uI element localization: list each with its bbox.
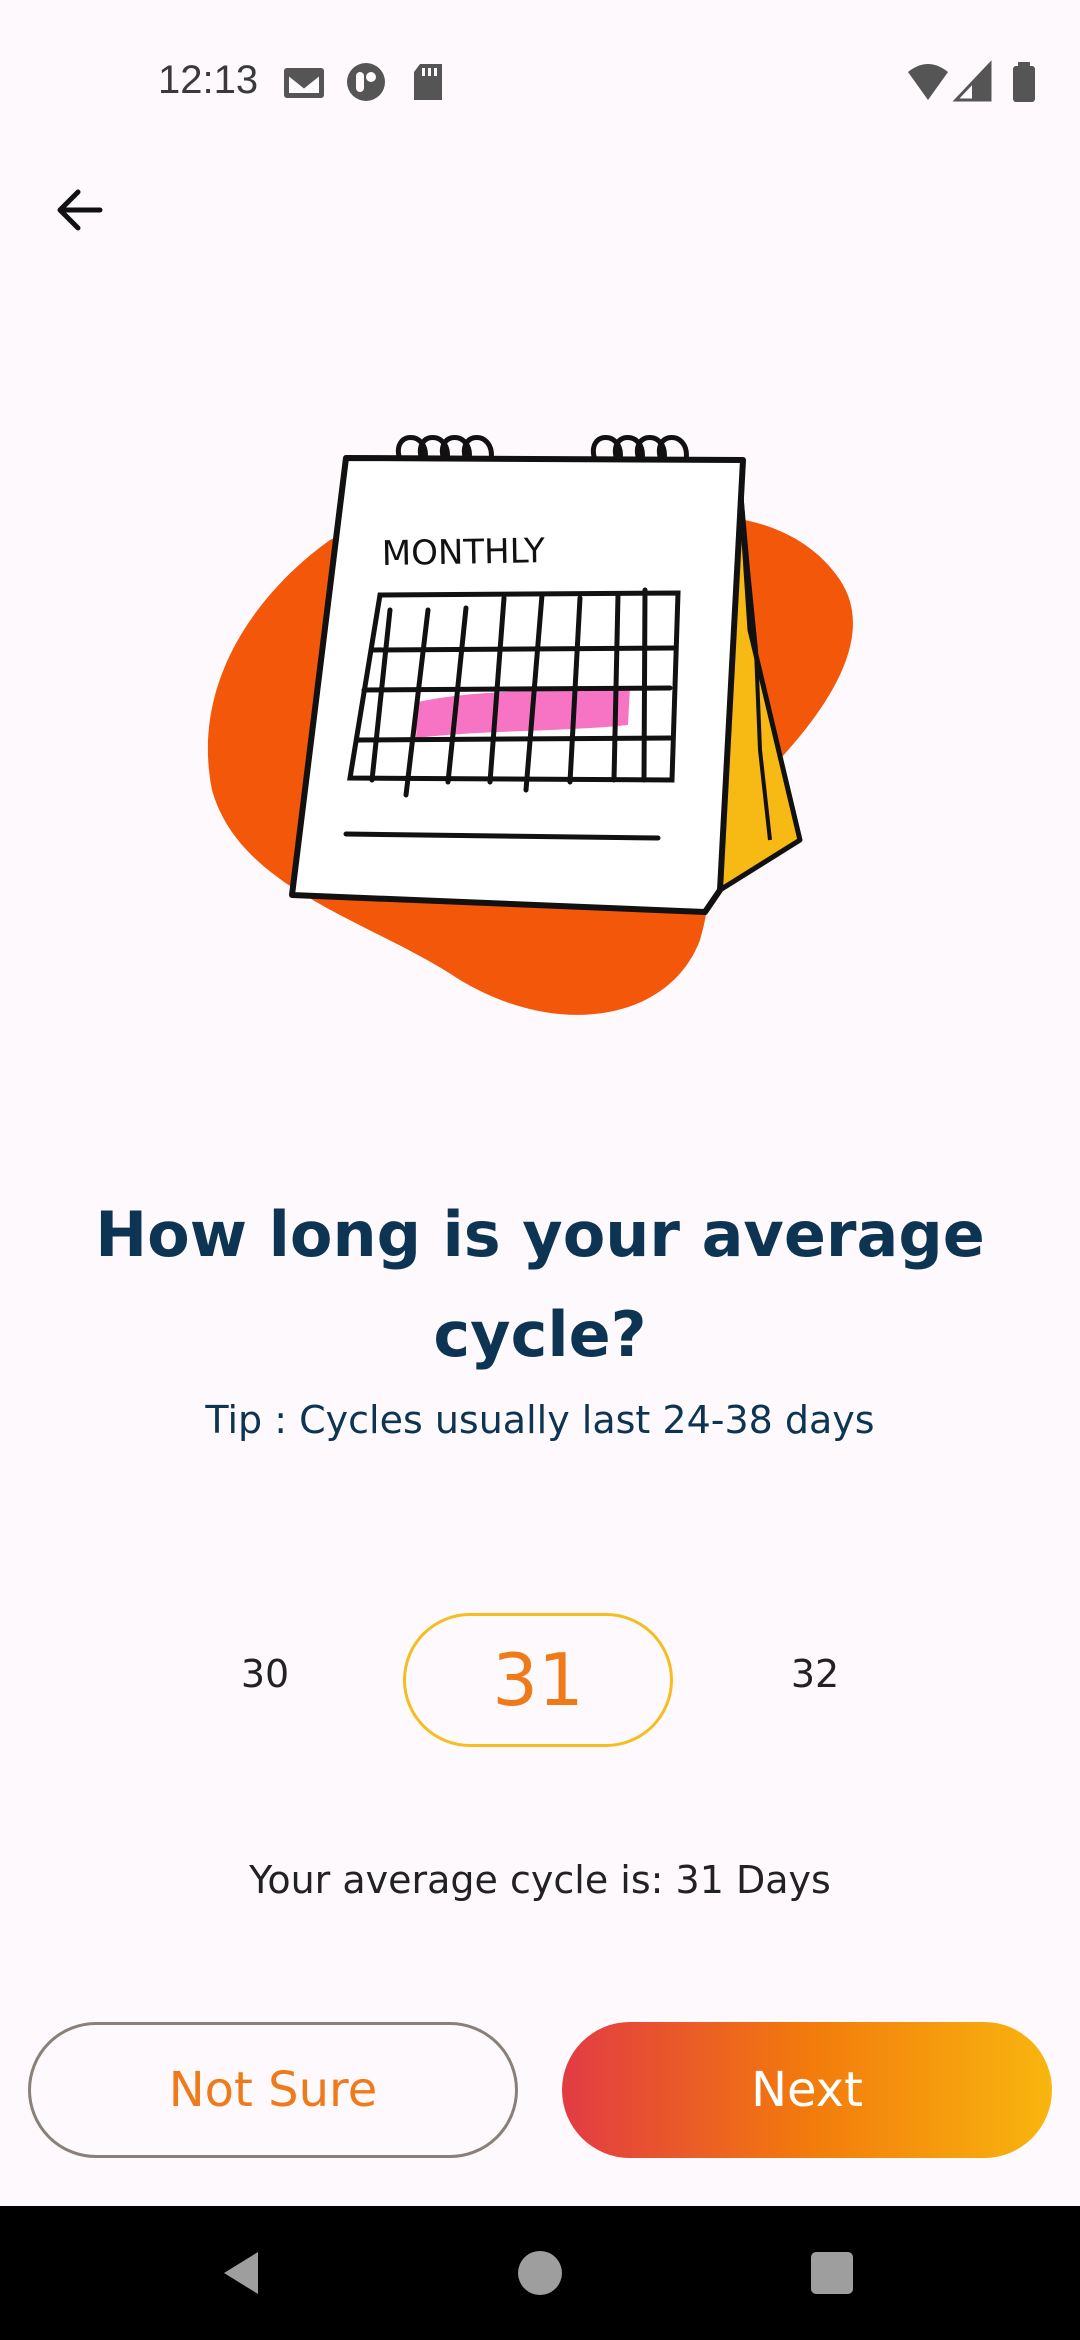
tip-text: Tip : Cycles usually last 24-38 days — [205, 1398, 875, 1442]
gmail-icon — [282, 60, 326, 104]
picker-next-value[interactable]: 32 — [735, 1652, 895, 1696]
status-bar: 12:13 — [0, 0, 1080, 160]
status-time: 12:13 — [158, 58, 259, 102]
sd-card-icon — [406, 60, 450, 104]
battery-icon — [1002, 60, 1046, 104]
cycle-summary: Your average cycle is: 31 Days — [249, 1858, 831, 1902]
page-title: How long is your average cycle? — [95, 1198, 985, 1371]
home-circle-icon[interactable] — [505, 2238, 575, 2308]
picker-selected-value[interactable]: 31 — [403, 1613, 673, 1747]
picker-prev-value[interactable]: 30 — [185, 1652, 345, 1696]
calendar-label: MONTHLY — [381, 531, 545, 574]
not-sure-label: Not Sure — [168, 2062, 378, 2118]
recents-square-icon[interactable] — [797, 2238, 867, 2308]
back-button[interactable] — [40, 172, 120, 252]
wifi-icon — [906, 60, 950, 104]
app-notification-icon — [344, 60, 388, 104]
screen: 12:13 MONTHLY How long is your average c… — [0, 0, 1080, 2340]
cell-signal-icon — [952, 60, 996, 104]
system-nav-bar — [0, 2206, 1080, 2340]
not-sure-button[interactable]: Not Sure — [28, 2022, 518, 2158]
next-button[interactable]: Next — [562, 2022, 1052, 2158]
arrow-left-icon — [52, 182, 108, 242]
back-triangle-icon[interactable] — [208, 2238, 278, 2308]
calendar-illustration: MONTHLY — [200, 420, 880, 1040]
next-label: Next — [751, 2062, 863, 2118]
